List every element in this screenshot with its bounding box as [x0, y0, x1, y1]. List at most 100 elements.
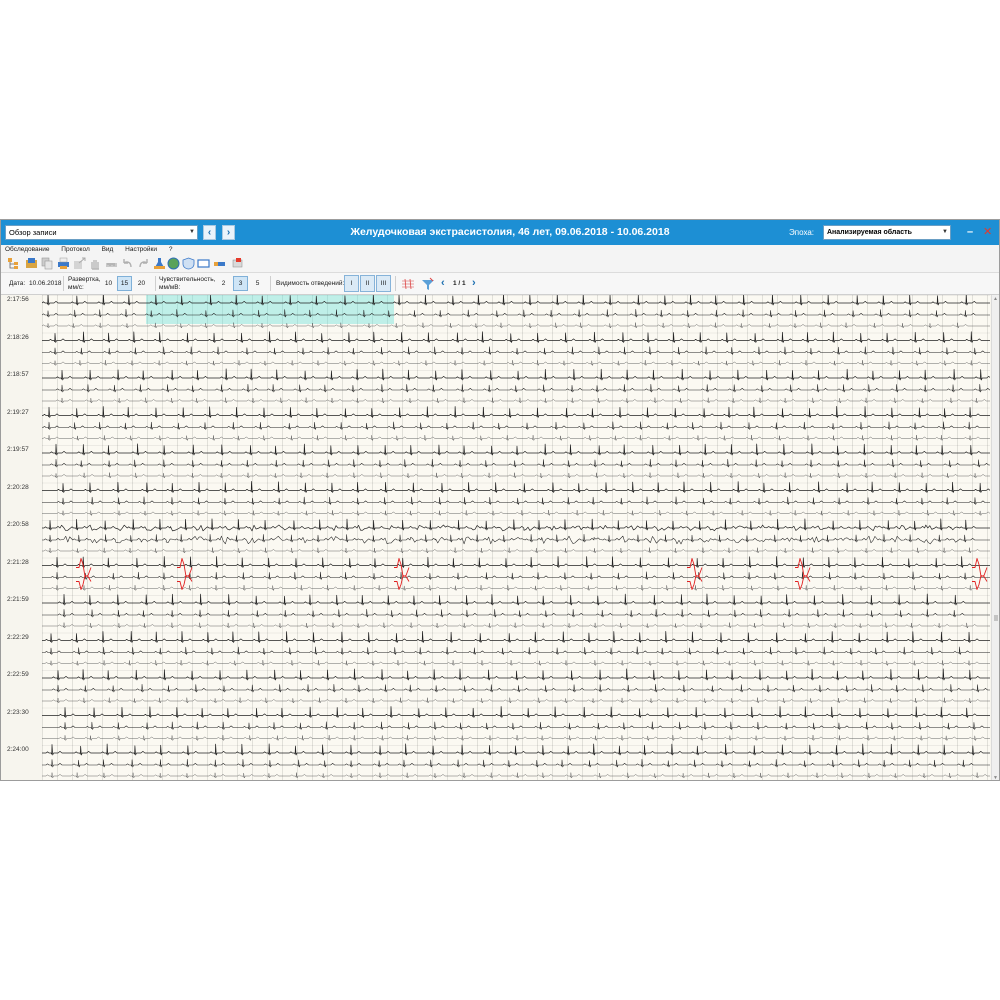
- flask-icon[interactable]: [153, 257, 166, 270]
- row-time-label: 2:24:00: [7, 746, 29, 753]
- scroll-down-icon[interactable]: ▼: [993, 775, 998, 780]
- ecg-lead-iii: [42, 622, 990, 629]
- prev-button[interactable]: ‹: [203, 225, 216, 240]
- scroll-up-icon[interactable]: ▲: [993, 296, 998, 302]
- menu-item-protocol[interactable]: Протокол: [61, 246, 89, 253]
- rectangle-icon[interactable]: [197, 257, 210, 270]
- ecg-lead-ii: [42, 533, 990, 545]
- sweep-unit: мм/с:: [68, 284, 84, 291]
- ecg-lead-i: [42, 295, 990, 306]
- globe-icon[interactable]: [167, 257, 180, 270]
- lead-overlay-icon[interactable]: [401, 277, 415, 291]
- row-time-label: 2:22:29: [7, 633, 29, 641]
- view-select-value: Обзор записи: [9, 228, 57, 237]
- chevron-down-icon: ▼: [189, 229, 195, 235]
- epoch-select[interactable]: Анализируемая область ▼: [823, 225, 951, 240]
- toolbar: [1, 255, 999, 273]
- lead-toggle-ii[interactable]: II: [360, 275, 375, 292]
- pvc-beat: [972, 558, 988, 577]
- row-time-label: 2:20:28: [7, 483, 29, 491]
- close-button[interactable]: ✕: [983, 224, 992, 240]
- vertical-scrollbar[interactable]: ▲ ▼: [991, 295, 999, 780]
- ecg-lead-iii: [42, 772, 990, 779]
- ecg-lead-ii: [42, 458, 990, 468]
- ecg-lead-ii: [42, 346, 990, 355]
- pvc-beat: [177, 558, 193, 577]
- ecg-lead-i: [42, 518, 990, 532]
- page-next-button[interactable]: ›: [472, 277, 476, 289]
- ecg-lead-iii: [42, 509, 990, 516]
- sweep-option-20[interactable]: 20: [134, 276, 149, 291]
- sensitivity-option-3[interactable]: 3: [233, 276, 248, 291]
- ecg-lead-iii: [42, 472, 990, 479]
- ecg-lead-iii: [42, 359, 990, 366]
- sensitivity-option-2[interactable]: 2: [216, 276, 231, 291]
- ecg-lead-i: [42, 331, 990, 343]
- ecg-lead-iii: [42, 584, 990, 591]
- date-label: Дата:: [9, 280, 26, 287]
- ecg-lead-ii: [42, 759, 990, 768]
- flag-icon[interactable]: [231, 257, 244, 270]
- ecg-lead-ii: [42, 684, 990, 693]
- sensitivity-option-5[interactable]: 5: [250, 276, 265, 291]
- ecg-lead-i: [42, 743, 990, 756]
- pvc-beat: [795, 575, 811, 590]
- window-title: Желудочковая экстрасистолия, 46 лет, 09.…: [350, 226, 670, 238]
- next-button[interactable]: ›: [222, 225, 235, 240]
- row-time-label: 2:18:57: [7, 371, 29, 378]
- time-column: 2:17:56 2:18:26 2:18:57 2:19:27 2:19:57 2:20:…: [1, 295, 41, 780]
- ecg-lead-iii: [42, 697, 990, 704]
- menu-item-examination[interactable]: Обследование: [5, 246, 49, 253]
- ecg-lead-iii: [42, 659, 990, 666]
- ecg-lead-ii: [42, 496, 990, 505]
- ecg-lead-ii: [42, 383, 990, 393]
- lead-visibility-label: Видимость отведений:: [276, 280, 345, 287]
- sweep-label: Развертка,: [68, 276, 101, 283]
- ecg-lead-ii: [42, 309, 990, 318]
- menu-bar: Обследование Протокол Вид Настройки ?: [1, 245, 999, 255]
- ecg-lead-ii: [42, 571, 990, 580]
- ruler-icon[interactable]: [213, 257, 226, 270]
- epoch-label: Эпоха:: [789, 228, 815, 237]
- title-bar: Обзор записи ▼ ‹ › Желудочковая экстраси…: [1, 220, 999, 245]
- row-time-label: 2:18:26: [7, 333, 29, 341]
- minimize-button[interactable]: –: [967, 224, 973, 240]
- date-value: 10.06.2018: [29, 280, 62, 287]
- pvc-beat: [394, 558, 410, 577]
- redo-icon[interactable]: [137, 257, 150, 270]
- scrollbar-thumb[interactable]: [994, 615, 998, 621]
- filter-icon[interactable]: [421, 277, 435, 291]
- shield-icon[interactable]: [182, 257, 195, 270]
- hand-icon[interactable]: [89, 257, 102, 270]
- chevron-down-icon: ▼: [942, 229, 948, 235]
- sweep-option-10[interactable]: 10: [101, 276, 116, 291]
- print-icon[interactable]: [57, 257, 70, 270]
- menu-item-view[interactable]: Вид: [102, 246, 114, 253]
- ecg-lead-ii: [42, 646, 990, 655]
- export-icon[interactable]: [73, 257, 86, 270]
- ecg-lead-i: [42, 668, 990, 681]
- ecg-traces[interactable]: [42, 295, 990, 781]
- ecg-lead-i: [42, 406, 990, 418]
- row-time-label: 2:19:27: [7, 408, 29, 416]
- sweep-option-15[interactable]: 15: [117, 276, 132, 291]
- ecg-lead-iii: [42, 397, 990, 404]
- view-select[interactable]: Обзор записи ▼: [5, 225, 198, 240]
- measure-icon[interactable]: [105, 257, 118, 270]
- undo-icon[interactable]: [121, 257, 134, 270]
- lead-toggle-iii[interactable]: III: [376, 275, 391, 292]
- copy-icon[interactable]: [41, 257, 54, 270]
- row-time-label: 2:20:58: [7, 521, 29, 528]
- menu-item-settings[interactable]: Настройки: [125, 246, 157, 253]
- menu-item-help[interactable]: ?: [169, 246, 173, 253]
- ecg-viewer[interactable]: 2:17:56 2:18:26 2:18:57 2:19:27 2:19:57 2:20:…: [1, 295, 999, 781]
- ecg-lead-i: [42, 481, 990, 493]
- lead-toggle-i[interactable]: I: [344, 275, 359, 292]
- open-icon[interactable]: [25, 257, 38, 270]
- page-prev-button[interactable]: ‹: [441, 277, 445, 289]
- epoch-select-value: Анализируемая область: [827, 229, 912, 236]
- tree-icon[interactable]: [7, 257, 20, 270]
- ecg-lead-iii: [42, 547, 990, 554]
- ecg-lead-iii: [42, 434, 990, 441]
- display-controls: Дата: 10.06.2018 Развертка, мм/с: 10 15 …: [1, 273, 999, 295]
